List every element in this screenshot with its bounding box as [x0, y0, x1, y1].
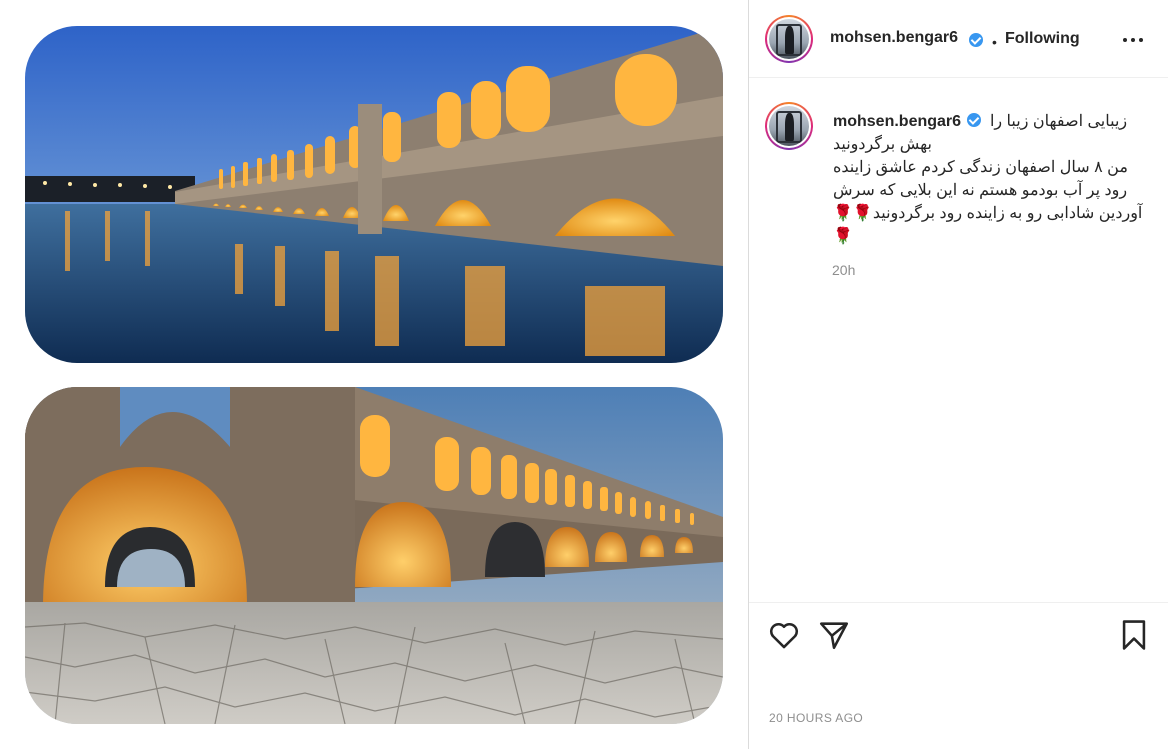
post-side-panel: mohsen.bengar6 • Following mohsen.bengar…	[748, 0, 1168, 749]
post-timestamp[interactable]: 20 HOURS AGO	[769, 711, 863, 725]
separator-dot: •	[992, 34, 997, 50]
photo-bridge-with-water	[25, 26, 723, 363]
action-bar: 20 HOURS AGO	[749, 602, 1168, 749]
caption-line: زیبایی اصفهان زیبا را	[989, 113, 1128, 130]
header-username[interactable]: mohsen.bengar6	[830, 29, 958, 47]
verified-badge-icon	[969, 33, 983, 47]
heart-icon[interactable]	[767, 618, 801, 652]
caption-line: 🌹	[833, 228, 853, 245]
verified-badge-icon	[967, 113, 982, 127]
caption-line: من ۸ سال اصفهان زندگی کردم عاشق زاینده	[833, 159, 1128, 176]
photo-bridge-dry-riverbed	[25, 387, 723, 724]
post-caption: mohsen.bengar6 زیبایی اصفهان زیبا را بهش…	[833, 110, 1145, 248]
post-header: mohsen.bengar6 • Following	[749, 0, 1168, 78]
caption-line: آوردین شادابی رو به زاینده رود برگردونید…	[833, 205, 1143, 222]
following-button[interactable]: Following	[1005, 30, 1080, 48]
caption-line: رود پر آب بودمو هستم نه این بلایی که سرش	[833, 182, 1128, 199]
paper-plane-icon[interactable]	[817, 618, 851, 652]
caption-avatar[interactable]	[765, 102, 813, 150]
avatar[interactable]	[765, 15, 813, 63]
more-options-icon[interactable]	[1121, 28, 1145, 52]
caption-time[interactable]: 20h	[832, 262, 855, 278]
caption-line: بهش برگردونید	[833, 136, 932, 153]
bookmark-icon[interactable]	[1117, 618, 1151, 652]
caption-username[interactable]: mohsen.bengar6	[833, 113, 961, 130]
post-media[interactable]	[0, 0, 748, 749]
